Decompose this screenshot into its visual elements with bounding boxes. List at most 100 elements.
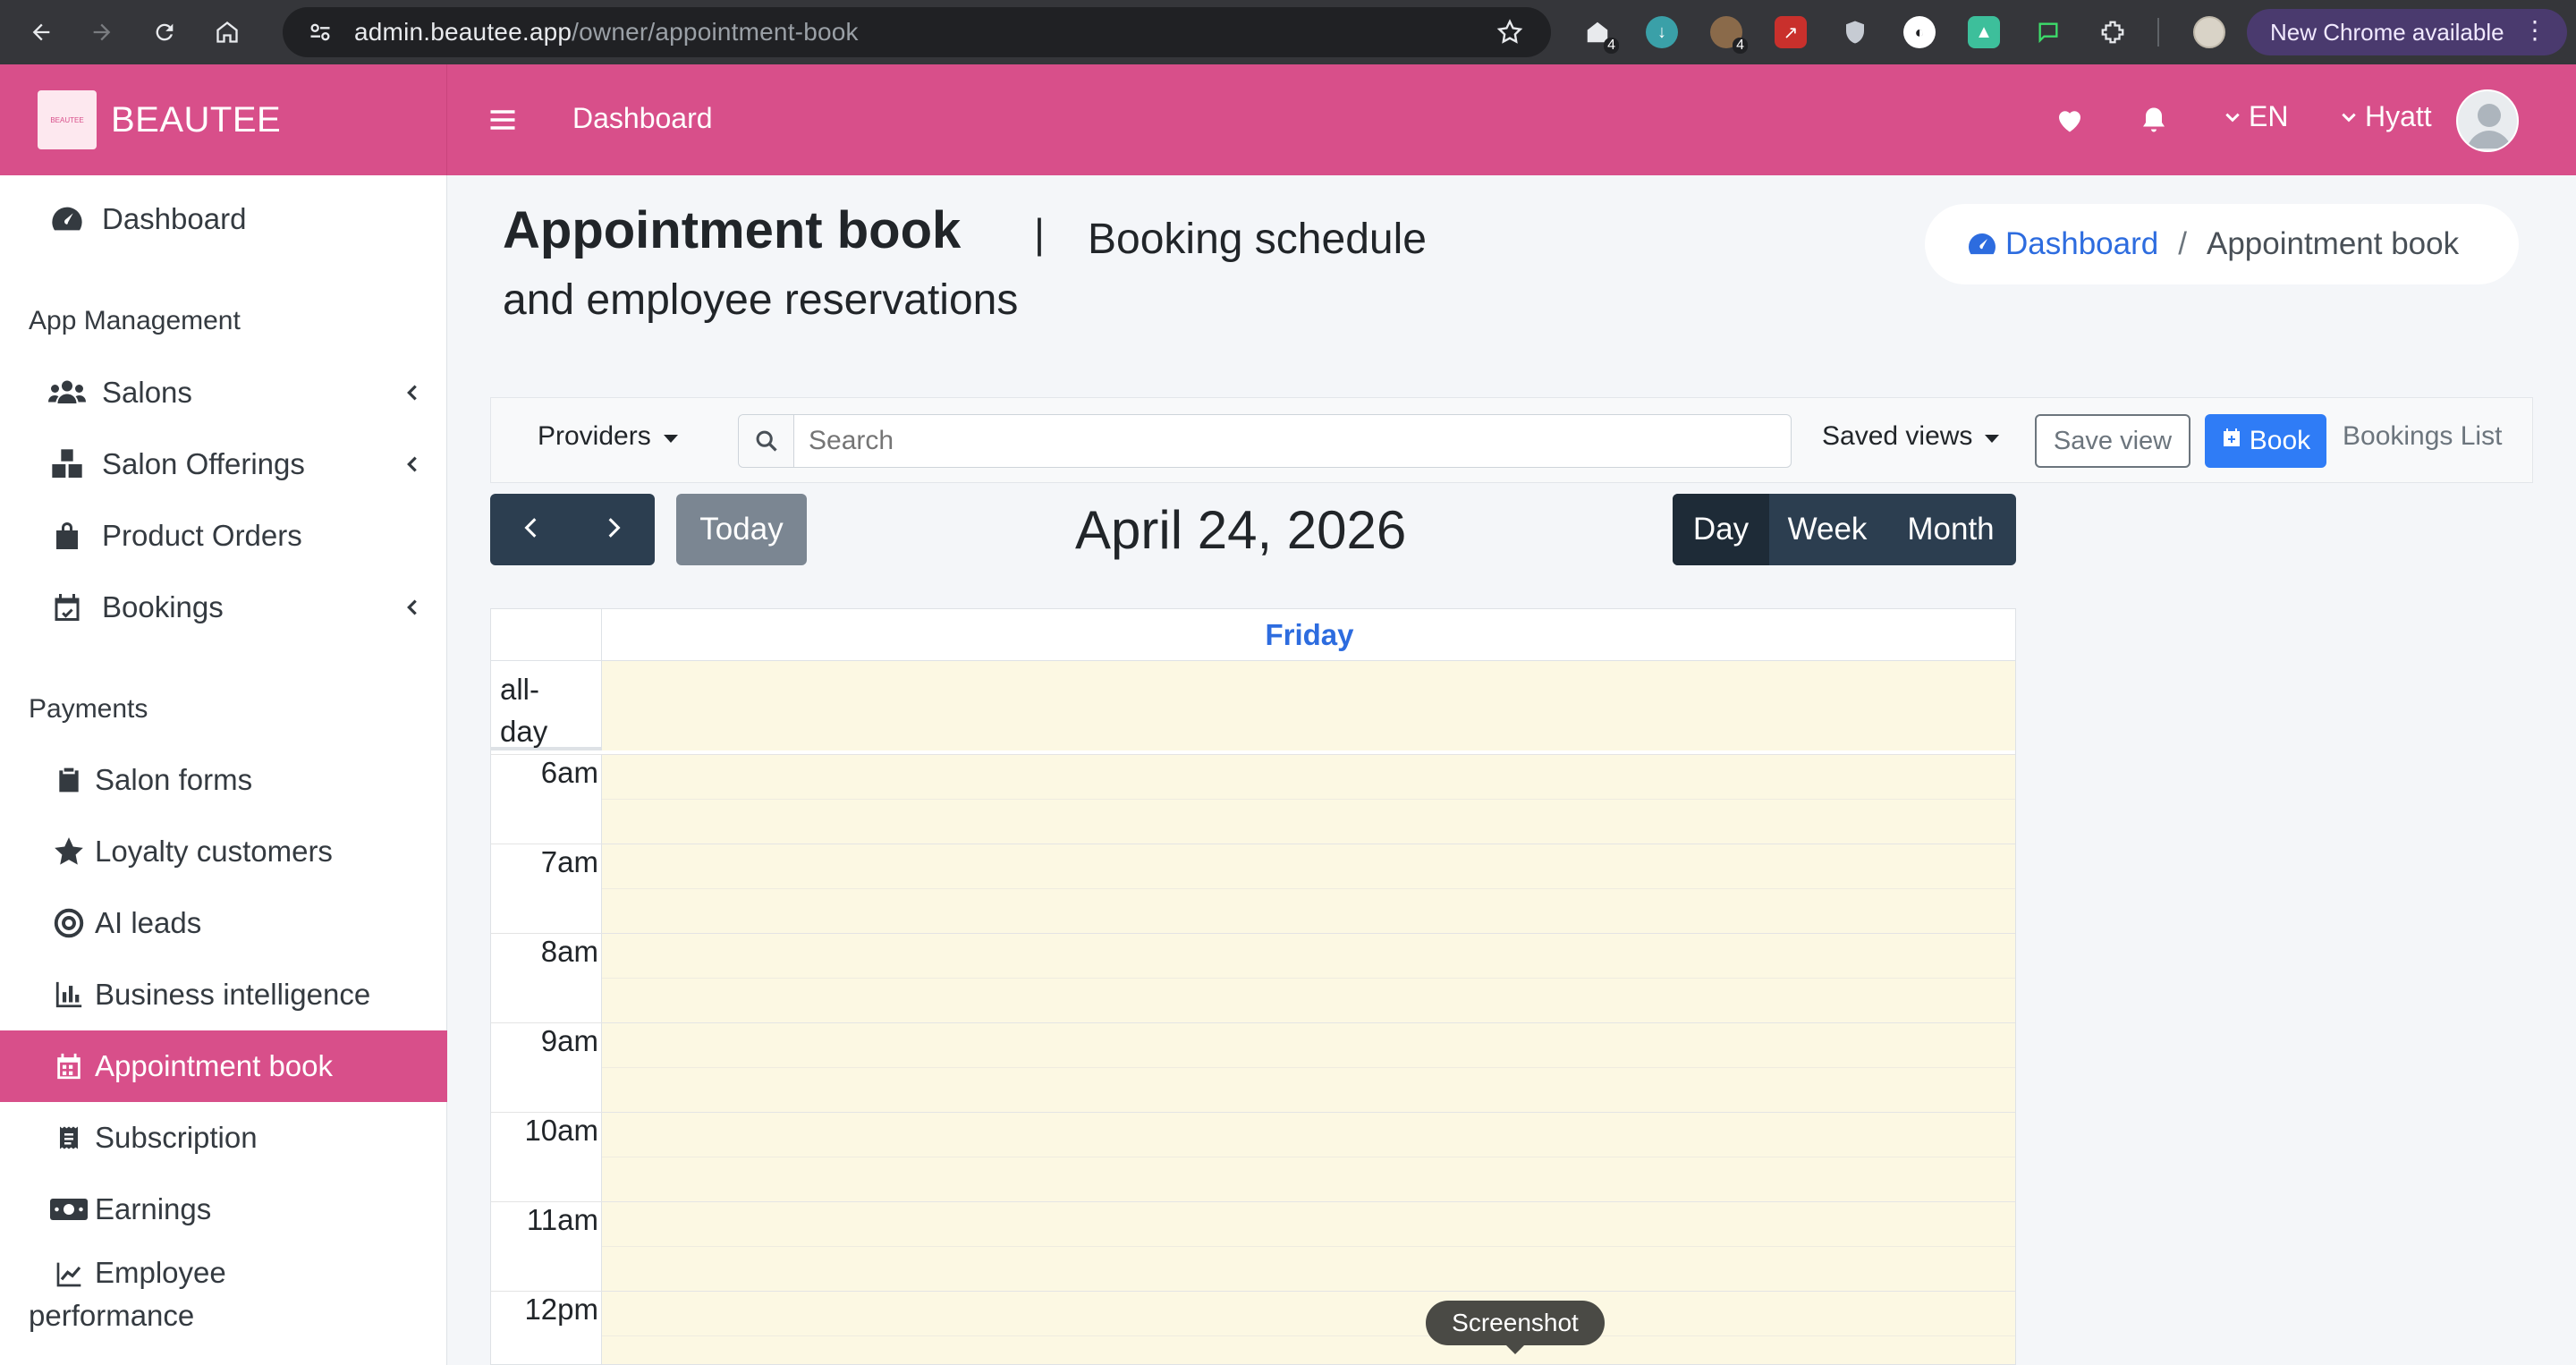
reload-icon[interactable] [147,14,182,50]
calendar-grid: Friday all- day 6am 7am 8am 9am 10am 11am 12pm [490,608,2016,1365]
bookmark-star-icon[interactable] [1496,18,1524,51]
language-label: EN [2249,100,2289,132]
chevron-left-icon [402,590,422,624]
money-bill-icon [50,1191,88,1228]
hamburger-menu-icon[interactable] [487,104,519,140]
sidebar-item-subscription[interactable]: Subscription [0,1102,447,1174]
sidebar-item-label: Loyalty customers [95,835,333,868]
brand-name: BEAUTEE [111,99,282,140]
extension-avatar-icon[interactable]: 4 [1710,16,1748,54]
sidebar-item-business-intelligence[interactable]: Business intelligence [0,959,447,1030]
view-day-button[interactable]: Day [1673,494,1769,565]
sidebar-item-employee-performance[interactable]: Employee performance [0,1245,447,1344]
sidebar-item-label: Salon Offerings [102,447,305,480]
brand[interactable]: BEAUTEE BEAUTEE [0,64,447,175]
user-name: Hyatt [2365,100,2432,132]
view-month-button[interactable]: Month [1885,494,2016,565]
sidebar-item-label: AI leads [95,906,202,939]
search-box [738,414,1792,468]
save-view-button[interactable]: Save view [2035,414,2190,468]
hour-gridline [491,1201,2015,1202]
sidebar-item-appointment-book[interactable]: Appointment book [0,1030,447,1102]
calendar-date-title: April 24, 2026 [1075,500,1407,560]
chrome-profile-avatar[interactable] [2193,16,2225,48]
favorites-heart-icon[interactable] [2054,104,2086,140]
extensions-puzzle-icon[interactable] [2097,16,2129,48]
view-week-button[interactable]: Week [1769,494,1885,565]
back-icon[interactable] [23,14,59,50]
site-settings-icon[interactable] [306,18,335,47]
calendar-nav-group [490,494,655,565]
gauge-icon[interactable] [1966,228,1998,260]
search-icon [739,415,794,467]
update-label: New Chrome available [2270,18,2504,46]
sidebar-item-bookings[interactable]: Bookings [0,572,447,643]
hour-gridline [491,1022,2015,1023]
screenshot-tooltip: Screenshot [1426,1301,1605,1354]
hour-label: 9am [540,1024,598,1057]
next-button[interactable] [572,494,655,565]
chevron-right-icon [602,514,625,546]
sidebar-item-earnings[interactable]: Earnings [0,1174,447,1245]
extension-home-icon[interactable]: 4 [1581,16,1619,54]
all-day-cell[interactable] [602,661,2015,750]
sidebar-item-ai-leads[interactable]: AI leads [0,887,447,959]
chevron-down-icon [2340,100,2358,133]
toolbar-divider [2157,18,2159,47]
search-input[interactable] [794,415,1791,467]
breadcrumb-home-link[interactable]: Dashboard [2005,226,2158,262]
book-label: Book [2249,426,2311,455]
sidebar-item-label: performance [29,1299,195,1332]
star-icon [50,833,88,870]
sidebar-item-label: Employee [95,1256,226,1289]
sidebar-item-product-orders[interactable]: Product Orders [0,500,447,572]
user-avatar[interactable] [2456,89,2519,152]
prev-button[interactable] [490,494,572,565]
chevron-left-icon [402,376,422,410]
receipt-icon [50,1119,88,1157]
providers-dropdown[interactable]: Providers [538,421,678,452]
chrome-update-button[interactable]: New Chrome available ⋮ [2247,9,2567,55]
sidebar-item-salons[interactable]: Salons [0,357,447,428]
chevron-left-icon [520,514,543,546]
extension-chat-icon[interactable] [2032,16,2064,48]
topbar-title[interactable]: Dashboard [572,102,713,135]
page-title: Appointment book [503,201,962,259]
saved-views-label: Saved views [1822,421,1973,451]
address-bar[interactable]: admin.beautee.app/owner/appointment-book [283,7,1551,57]
day-header-gutter [491,609,602,661]
all-day-label-line: day [500,715,548,748]
saved-views-dropdown[interactable]: Saved views [1822,421,2000,452]
extension-arrow-icon[interactable]: ↗ [1775,16,1807,48]
home-icon[interactable] [209,14,245,50]
extension-badge: 4 [1733,38,1748,54]
all-day-label-line: all- [500,673,540,706]
calendar-toolbar: Providers Saved views Save view Book Boo… [490,397,2533,483]
hour-label: 7am [540,845,598,878]
sidebar-section-app-management: App Management [29,306,241,335]
day-name[interactable]: Friday [602,609,2015,661]
extension-shield-icon[interactable] [1839,16,1871,48]
user-menu[interactable]: Hyatt [2340,100,2432,133]
bookings-list-link[interactable]: Bookings List [2343,421,2502,452]
title-separator: | [1034,210,1045,257]
half-hour-gridline [602,1246,2015,1247]
book-button[interactable]: Book [2205,414,2326,468]
sidebar-item-loyalty-customers[interactable]: Loyalty customers [0,816,447,887]
half-hour-gridline [602,978,2015,979]
language-selector[interactable]: EN [2224,100,2288,133]
page-subtitle: Booking schedule [1088,216,1427,263]
sidebar-item-salon-offerings[interactable]: Salon Offerings [0,428,447,500]
time-slots[interactable] [602,754,2015,1364]
forward-icon[interactable] [84,14,120,50]
sidebar-item-salon-forms[interactable]: Salon forms [0,744,447,816]
extension-green-icon[interactable]: ▲ [1968,16,2000,48]
extension-circle-icon[interactable]: ◐ [1903,16,1936,48]
today-button[interactable]: Today [676,494,807,565]
day-header-row: Friday [491,609,2015,661]
notifications-bell-icon[interactable] [2138,104,2170,140]
extension-download-icon[interactable]: ↓ [1646,16,1678,48]
all-day-row: all- day [491,661,2015,750]
more-vertical-icon[interactable]: ⋮ [2522,18,2547,43]
sidebar-item-dashboard[interactable]: Dashboard [0,183,447,255]
